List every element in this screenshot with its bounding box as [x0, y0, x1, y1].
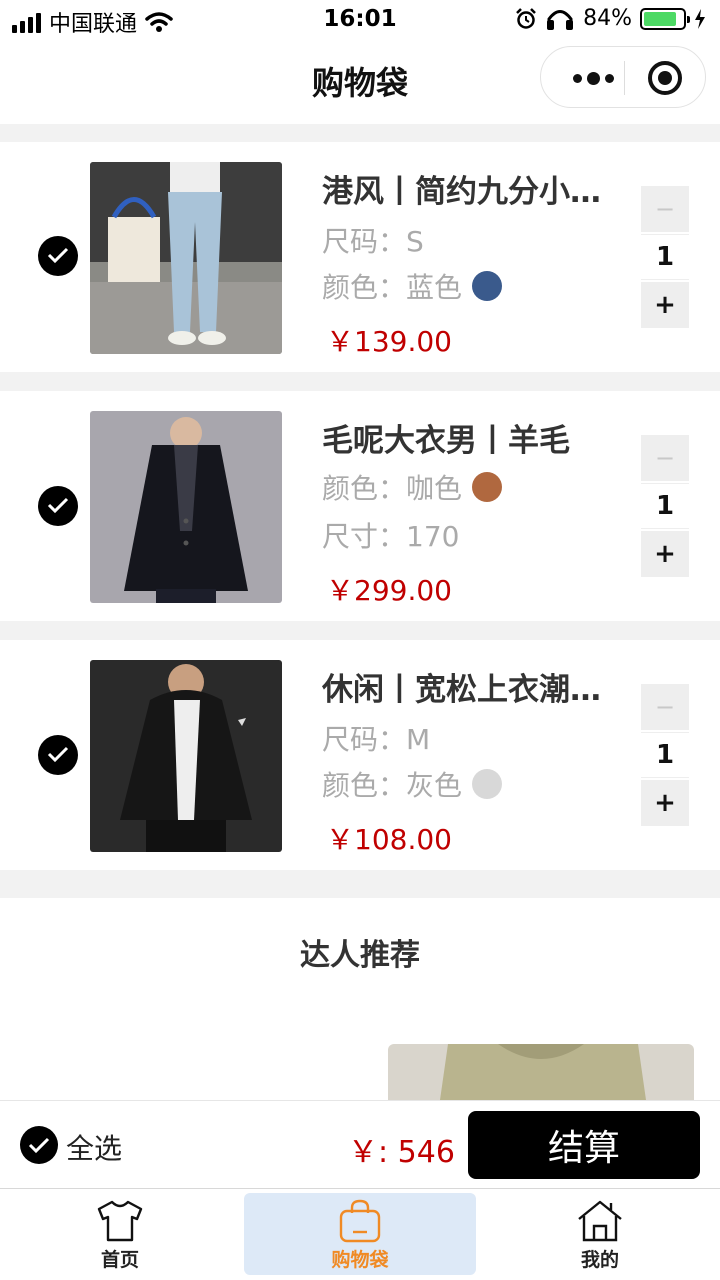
product-attr: 尺码：S — [322, 225, 424, 258]
product-price: ￥108.00 — [326, 823, 452, 856]
home-icon — [578, 1200, 622, 1242]
tab-label: 首页 — [100, 1249, 139, 1271]
miniprogram-capsule — [540, 46, 706, 108]
alarm-icon — [516, 7, 536, 29]
close-miniprogram-icon[interactable] — [648, 61, 682, 95]
decrease-button[interactable]: − — [641, 684, 689, 730]
total-price: ￥: 546 — [348, 1135, 455, 1170]
tab-label: 购物袋 — [331, 1249, 389, 1271]
quantity-value[interactable]: 1 — [641, 732, 689, 778]
increase-button[interactable]: + — [641, 780, 689, 826]
quantity-stepper: − 1 + — [641, 435, 689, 579]
quantity-value[interactable]: 1 — [641, 234, 689, 280]
tab-home[interactable]: 首页 — [4, 1193, 236, 1275]
increase-button[interactable]: + — [641, 531, 689, 577]
tshirt-icon — [97, 1200, 143, 1242]
checkout-bar: 全选 ￥: 546 结算 — [0, 1100, 720, 1188]
product-attr: 颜色：灰色 — [322, 764, 503, 804]
cart-item: 休闲丨宽松上衣潮流夹克 尺码：M 颜色：灰色 ￥108.00 − 1 + — [0, 640, 720, 870]
more-icon[interactable] — [563, 63, 623, 93]
item-check-icon[interactable] — [38, 735, 78, 775]
product-attr: 尺码：M — [322, 723, 431, 756]
product-image[interactable] — [90, 162, 282, 354]
recommend-section: 达人推荐 — [0, 898, 720, 1108]
tab-shopping-bag[interactable]: 购物袋 — [244, 1193, 476, 1275]
headphones-icon — [547, 9, 574, 30]
increase-button[interactable]: + — [641, 282, 689, 328]
tab-bar: 首页 购物袋 我的 — [0, 1188, 720, 1280]
color-swatch — [472, 472, 503, 502]
cart-item: 毛呢大衣男丨羊毛 颜色：咖色 尺寸：170 ￥299.00 − 1 + — [0, 391, 720, 621]
tab-mine[interactable]: 我的 — [484, 1193, 716, 1275]
recommend-image[interactable] — [388, 1044, 694, 1108]
status-bar: 中国联通 16:01 84% — [0, 0, 720, 40]
decrease-button[interactable]: − — [641, 186, 689, 232]
color-swatch — [472, 769, 503, 799]
nav-bar: 购物袋 — [0, 40, 720, 124]
quantity-value[interactable]: 1 — [641, 483, 689, 529]
quantity-stepper: − 1 + — [641, 684, 689, 828]
select-all-label[interactable]: 全选 — [66, 1127, 122, 1167]
recommend-title: 达人推荐 — [300, 938, 420, 973]
quantity-stepper: − 1 + — [641, 186, 689, 330]
product-name[interactable]: 休闲丨宽松上衣潮流夹克 — [322, 664, 622, 709]
product-image[interactable] — [90, 411, 282, 603]
tab-label: 我的 — [580, 1249, 619, 1271]
product-attr: 颜色：咖色 — [322, 467, 503, 507]
battery-icon — [640, 7, 690, 30]
cart-item: 港风丨简约九分小脚牛仔裤 尺码：S 颜色：蓝色 ￥139.00 − 1 + — [0, 142, 720, 372]
battery-percent: 84% — [583, 6, 632, 31]
product-attr: 颜色：蓝色 — [322, 266, 503, 306]
product-price: ￥299.00 — [326, 574, 452, 607]
product-attr: 尺寸：170 — [322, 520, 460, 553]
product-name[interactable]: 港风丨简约九分小脚牛仔裤 — [322, 166, 622, 211]
item-check-icon[interactable] — [38, 236, 78, 276]
charging-icon — [695, 8, 705, 29]
checkout-button[interactable]: 结算 — [468, 1111, 700, 1179]
item-check-icon[interactable] — [38, 486, 78, 526]
select-all-check-icon[interactable] — [20, 1126, 58, 1164]
decrease-button[interactable]: − — [641, 435, 689, 481]
color-swatch — [472, 271, 503, 301]
product-image[interactable] — [90, 660, 282, 852]
product-name[interactable]: 毛呢大衣男丨羊毛 — [322, 415, 622, 460]
shopping-bag-icon — [339, 1199, 381, 1243]
product-price: ￥139.00 — [326, 325, 452, 358]
